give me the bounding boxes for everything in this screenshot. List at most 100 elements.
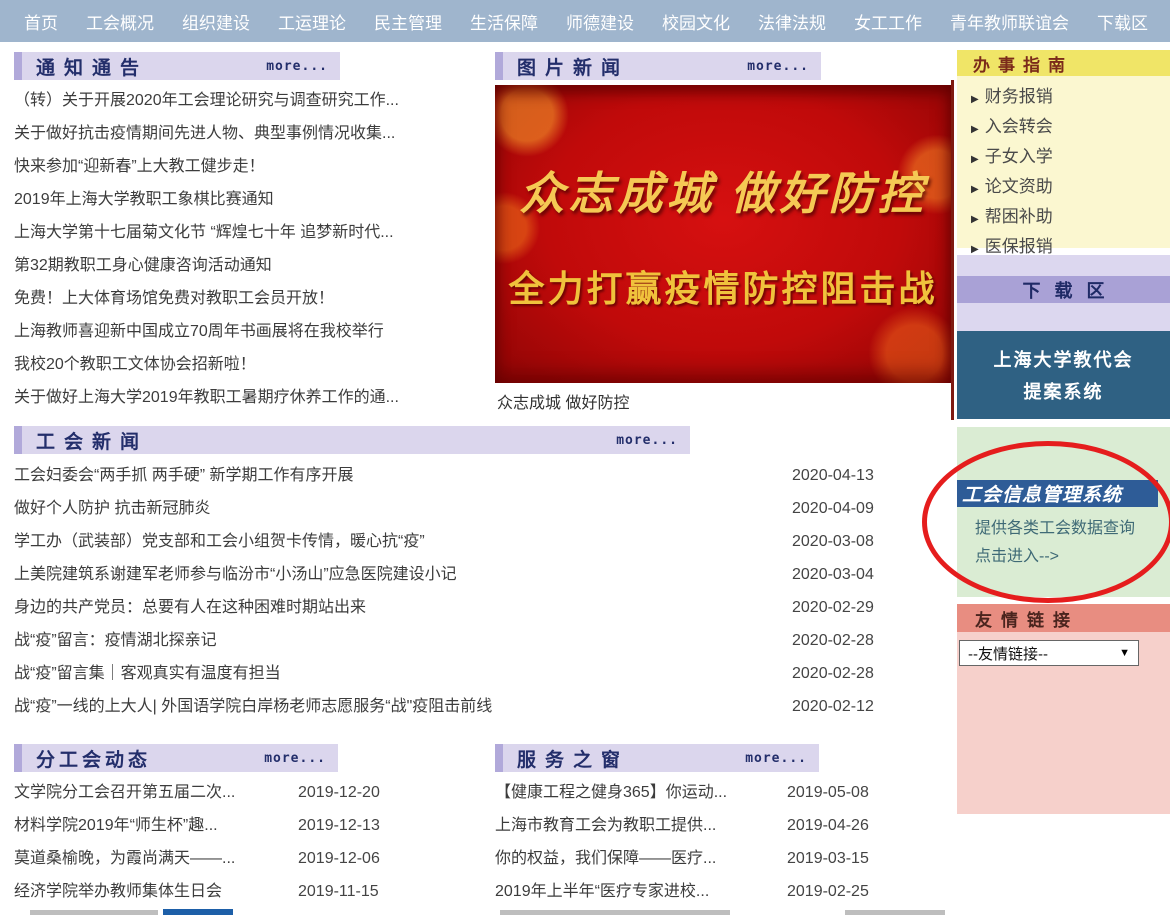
news-date: 2020-03-04 — [792, 558, 892, 591]
download-zone-band[interactable]: 下载区 — [957, 276, 1170, 303]
photo-news-title: 图片新闻 — [517, 53, 629, 80]
list-item[interactable]: 上海大学第十七届菊文化节 “辉煌七十年 追梦新时代... — [14, 216, 492, 249]
photo-news-caption[interactable]: 众志成城 做好防控 — [497, 389, 629, 413]
branch-news-more-link[interactable]: more... — [264, 751, 326, 766]
nav-item-union-overview[interactable]: 工会概况 — [72, 9, 168, 34]
news-link[interactable]: 战“疫”留言：疫情湖北探亲记 — [14, 624, 217, 657]
list-item[interactable]: 我校20个教职工文体协会招新啦！ — [14, 348, 492, 381]
list-item[interactable]: 战“疫”留言集｜客观真实有温度有担当2020-02-28 — [14, 657, 892, 690]
nav-item-women[interactable]: 女工工作 — [840, 9, 936, 34]
notices-list: （转）关于开展2020年工会理论研究与调查研究工作... 关于做好抗击疫情期间先… — [14, 84, 492, 414]
photo-news-header: 图片新闻 more... — [495, 52, 821, 80]
nav-item-organization[interactable]: 组织建设 — [168, 9, 264, 34]
info-system-description[interactable]: 提供各类工会数据查询 点击进入--> — [975, 515, 1135, 571]
list-item[interactable]: 材料学院2019年“师生杯”趣... 2019-12-13 — [14, 809, 398, 842]
proposal-system-banner[interactable]: 上海大学教代会 提案系统 — [957, 331, 1170, 419]
friend-links-panel: 友情链接 --友情链接-- ▼ — [957, 604, 1170, 814]
list-item[interactable]: 身边的共产党员：总要有人在这种困难时期站出来2020-02-29 — [14, 591, 892, 624]
service-window-more-link[interactable]: more... — [745, 751, 807, 766]
nav-item-labor-theory[interactable]: 工运理论 — [264, 9, 360, 34]
news-link[interactable]: 文学院分工会召开第五届二次... — [14, 776, 235, 809]
photo-news-banner-image[interactable]: 众志成城 做好防控 全力打赢疫情防控阻击战 — [495, 85, 951, 383]
banner-calligraphy-line: 众志成城 做好防控 — [519, 157, 926, 222]
list-item[interactable]: 你的权益，我们保障——医疗... 2019-03-15 — [495, 842, 887, 875]
news-date: 2019-12-13 — [298, 809, 398, 842]
news-link[interactable]: 上海市教育工会为教职工提供... — [495, 809, 716, 842]
notices-more-link[interactable]: more... — [266, 59, 328, 74]
news-link[interactable]: 战“疫”一线的上大人| 外国语学院白岸杨老师志愿服务“战"疫阻击前线 — [14, 690, 492, 723]
info-system-title[interactable]: 工会信息管理系统 — [957, 480, 1158, 507]
guide-item-label: 入会转会 — [985, 117, 1053, 136]
list-item[interactable]: 经济学院举办教师集体生日会2019-11-15 — [14, 875, 398, 908]
branch-news-title: 分工会动态 — [36, 745, 151, 772]
list-item[interactable]: 上海市教育工会为教职工提供... 2019-04-26 — [495, 809, 887, 842]
news-link[interactable]: 身边的共产党员：总要有人在这种困难时期站出来 — [14, 591, 366, 624]
union-news-title: 工会新闻 — [36, 427, 148, 454]
triangle-bullet-icon: ▶ — [971, 184, 979, 195]
service-window-title: 服务之窗 — [517, 745, 629, 772]
union-news-more-link[interactable]: more... — [616, 433, 678, 448]
nav-item-downloads[interactable]: 下载区 — [1083, 9, 1162, 34]
nav-item-democracy[interactable]: 民主管理 — [360, 9, 456, 34]
list-item[interactable]: 上海教师喜迎新中国成立70周年书画展将在我校举行 — [14, 315, 492, 348]
service-guide-panel: 办事指南 ▶财务报销 ▶入会转会 ▶子女入学 ▶论文资助 ▶帮困补助 ▶医保报销 — [957, 50, 1170, 248]
list-item[interactable]: （转）关于开展2020年工会理论研究与调查研究工作... — [14, 84, 492, 117]
news-link[interactable]: 做好个人防护 抗击新冠肺炎 — [14, 492, 210, 525]
list-item[interactable]: 战“疫”留言：疫情湖北探亲记2020-02-28 — [14, 624, 892, 657]
news-date: 2020-04-13 — [792, 459, 892, 492]
chevron-down-icon: ▼ — [1119, 647, 1130, 659]
guide-item-label: 论文资助 — [985, 177, 1053, 196]
guide-item-paper-funding[interactable]: ▶ 论文资助 — [971, 173, 1170, 203]
nav-item-ethics[interactable]: 师德建设 — [552, 9, 648, 34]
news-link[interactable]: 莫道桑榆晚，为霞尚满天——... — [14, 842, 235, 875]
list-item[interactable]: 关于做好上海大学2019年教职工暑期疗休养工作的通... — [14, 381, 492, 414]
guide-item-membership[interactable]: ▶入会转会 — [971, 113, 1170, 143]
news-link[interactable]: 你的权益，我们保障——医疗... — [495, 842, 716, 875]
list-item[interactable]: 2019年上海大学教职工象棋比赛通知 — [14, 183, 492, 216]
news-link[interactable]: 学工办（武装部）党支部和工会小组贺卡传情，暖心抗“疫” — [14, 525, 425, 558]
nav-item-campus-culture[interactable]: 校园文化 — [648, 9, 744, 34]
guide-item-children-school[interactable]: ▶子女入学 — [971, 143, 1170, 173]
list-item[interactable]: 文学院分工会召开第五届二次...2019-12-20 — [14, 776, 398, 809]
photo-news-more-link[interactable]: more... — [747, 59, 809, 74]
union-news-header: 工会新闻 more... — [14, 426, 690, 454]
service-window-header: 服务之窗 more... — [495, 744, 819, 772]
list-item[interactable]: 【健康工程之健身365】你运动... 2019-05-08 — [495, 776, 887, 809]
list-item[interactable]: 做好个人防护 抗击新冠肺炎 2020-04-09 — [14, 492, 892, 525]
list-item[interactable]: 工会妇委会“两手抓 两手硬” 新学期工作有序开展 2020-04-13 — [14, 459, 892, 492]
list-item[interactable]: 快来参加“迎新春”上大教工健步走！ — [14, 150, 492, 183]
info-system-desc-line: 提供各类工会数据查询 — [975, 515, 1135, 543]
guide-item-finance[interactable]: ▶财务报销 — [971, 83, 1170, 113]
news-link[interactable]: 材料学院2019年“师生杯”趣... — [14, 809, 218, 842]
news-link[interactable]: 战“疫”留言集｜客观真实有温度有担当 — [14, 657, 281, 690]
news-date: 2020-04-09 — [792, 492, 892, 525]
proposal-line1: 上海大学教代会 — [957, 346, 1170, 372]
news-link[interactable]: 【健康工程之健身365】你运动... — [495, 776, 727, 809]
nav-item-home[interactable]: 首页 — [10, 9, 72, 34]
info-system-cta[interactable]: 点击进入--> — [975, 543, 1135, 571]
news-date: 2019-05-08 — [787, 776, 887, 809]
list-item[interactable]: 战“疫”一线的上大人| 外国语学院白岸杨老师志愿服务“战"疫阻击前线2020-0… — [14, 690, 892, 723]
news-date: 2019-04-26 — [787, 809, 887, 842]
nav-item-livelihood[interactable]: 生活保障 — [456, 9, 552, 34]
list-item[interactable]: 第32期教职工身心健康咨询活动通知 — [14, 249, 492, 282]
list-item[interactable]: 2019年上半年“医疗专家进校...2019-02-25 — [495, 875, 887, 908]
list-item[interactable]: 上美院建筑系谢建军老师参与临汾市“小汤山”应急医院建设小记 2020-03-04 — [14, 558, 892, 591]
list-item[interactable]: 免费！上大体育场馆免费对教职工会员开放！ — [14, 282, 492, 315]
friend-links-select[interactable]: --友情链接-- ▼ — [959, 640, 1139, 666]
news-link[interactable]: 工会妇委会“两手抓 两手硬” 新学期工作有序开展 — [14, 459, 354, 492]
list-item[interactable]: 莫道桑榆晚，为霞尚满天——... 2019-12-06 — [14, 842, 398, 875]
guide-item-label: 财务报销 — [985, 87, 1053, 106]
news-date: 2019-03-15 — [787, 842, 887, 875]
news-link[interactable]: 2019年上半年“医疗专家进校... — [495, 875, 709, 908]
service-guide-header: 办事指南 — [957, 50, 1170, 76]
list-item[interactable]: 关于做好抗击疫情期间先进人物、典型事例情况收集... — [14, 117, 492, 150]
news-link[interactable]: 上美院建筑系谢建军老师参与临汾市“小汤山”应急医院建设小记 — [14, 558, 457, 591]
news-link[interactable]: 经济学院举办教师集体生日会 — [14, 875, 222, 908]
nav-item-laws[interactable]: 法律法规 — [744, 9, 840, 34]
nav-item-young-teachers[interactable]: 青年教师联谊会 — [936, 9, 1083, 34]
banner-slogan-line: 全力打赢疫情防控阻击战 — [508, 260, 937, 312]
list-item[interactable]: 学工办（武装部）党支部和工会小组贺卡传情，暖心抗“疫”2020-03-08 — [14, 525, 892, 558]
guide-item-hardship-subsidy[interactable]: ▶帮困补助 — [971, 203, 1170, 233]
news-date: 2019-12-06 — [298, 842, 398, 875]
